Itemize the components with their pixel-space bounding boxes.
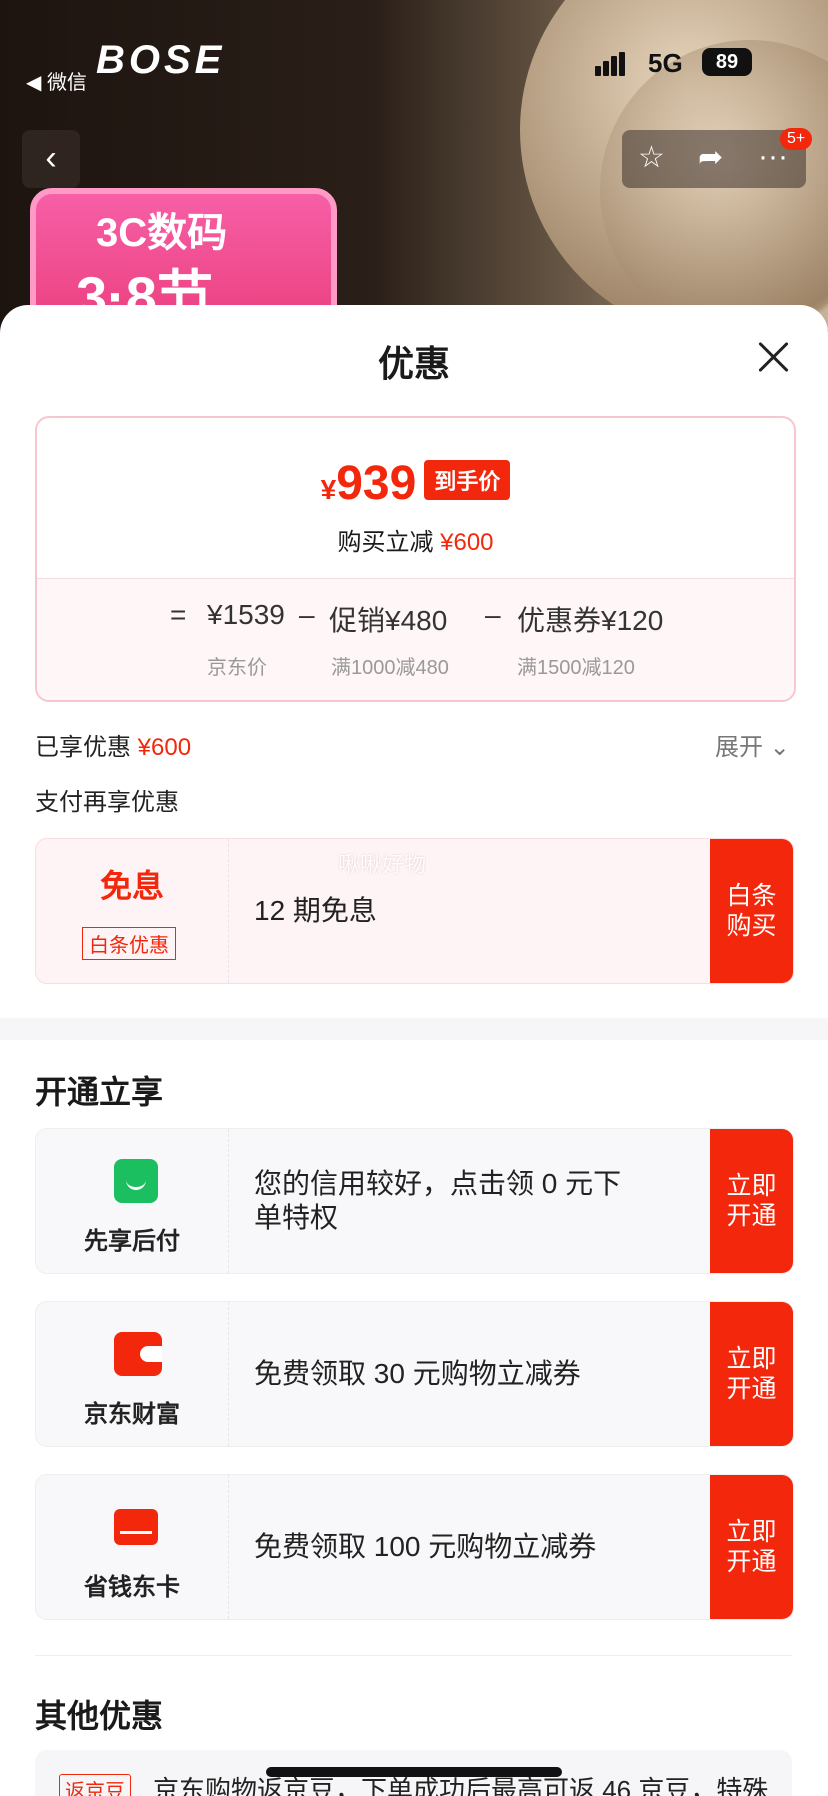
price-card: ¥939 到手价 购买立减 ¥600 = ¥1539 京东价 – 促销¥480 满… — [35, 416, 796, 702]
jd-price-label: 京东价 — [207, 657, 267, 679]
baitiao-buy-button[interactable]: 白条购买 — [710, 839, 793, 983]
message-badge: 5+ — [780, 128, 813, 150]
minus-sign: – — [299, 599, 315, 630]
home-indicator[interactable] — [266, 1767, 562, 1777]
promo-rule: 满1000减480 — [331, 657, 449, 679]
minus-sign: – — [485, 599, 501, 630]
offer-icon-area: 先享后付 — [36, 1129, 229, 1273]
pay-more-label: 支付再享优惠 — [35, 789, 179, 816]
cta-label: 立即开通 — [726, 1172, 777, 1230]
promo-amount: ¥480 — [385, 605, 448, 636]
offer-desc: 免费领取 30 元购物立减券 — [254, 1358, 581, 1389]
promo-label: 促销 — [329, 605, 386, 636]
coupon-label: 优惠券 — [517, 605, 602, 636]
price-currency: ¥ — [320, 474, 337, 505]
promo-line1: 3C数码 — [96, 211, 228, 255]
back-button[interactable]: ‹ — [22, 130, 80, 188]
offer-xianxiang[interactable]: 先享后付 您的信用较好，点击领 0 元下单特权 立即开通 — [35, 1128, 794, 1274]
open-now-button[interactable]: 立即开通 — [710, 1302, 793, 1446]
equals-sign: = — [170, 599, 187, 630]
jd-price: ¥1539 — [207, 599, 285, 630]
offer-desc: 您的信用较好，点击领 0 元下单特权 — [254, 1168, 622, 1233]
back-to-app-link[interactable]: ◀ 微信 — [26, 66, 87, 95]
reduce-amount: ¥600 — [440, 529, 494, 556]
cta-label: 立即开通 — [726, 1518, 777, 1576]
chevron-down-icon: ⌄ — [769, 734, 790, 761]
open-now-button[interactable]: 立即开通 — [710, 1475, 793, 1619]
enjoyed-amount: ¥600 — [137, 734, 192, 761]
brand-logo: BOSE — [96, 38, 226, 82]
price-breakdown: = ¥1539 京东价 – 促销¥480 满1000减480 – 优惠券¥120… — [37, 578, 794, 700]
coupon-amount: ¥120 — [601, 605, 664, 636]
interest-free-title: 免息 — [99, 868, 164, 904]
final-price-tag: 到手价 — [424, 460, 511, 500]
expand-label: 展开 — [715, 734, 763, 761]
open-section-title: 开通立享 — [35, 1074, 164, 1110]
network-label: 5G — [648, 48, 683, 78]
signal-icon — [595, 52, 625, 76]
baitiao-cta-label: 白条购买 — [726, 882, 777, 940]
offer-desc: 免费领取 100 元购物立减券 — [254, 1531, 597, 1562]
discount-sheet: 优惠 ¥939 到手价 购买立减 ¥600 = ¥1539 京东价 – 促销¥48… — [0, 305, 828, 1796]
status-bar: ◀ 微信 BOSE 5G 89 — [0, 38, 828, 94]
offer-icon-area: 京东财富 — [36, 1302, 229, 1446]
offer-name: 省钱东卡 — [84, 1574, 180, 1601]
red-card-icon — [114, 1509, 158, 1545]
offer-saving-card[interactable]: 省钱东卡 免费领取 100 元购物立减券 立即开通 — [35, 1474, 794, 1620]
red-wallet-icon — [114, 1332, 162, 1376]
open-now-button[interactable]: 立即开通 — [710, 1129, 793, 1273]
reduce-label: 购买立减 — [337, 529, 434, 556]
offer-name: 京东财富 — [84, 1401, 180, 1428]
offer-name: 先享后付 — [84, 1228, 180, 1255]
enjoyed-label: 已享优惠 — [35, 734, 131, 761]
close-icon[interactable] — [757, 341, 789, 373]
other-section-title: 其他优惠 — [35, 1698, 164, 1734]
baitiao-tag: 白条优惠 — [82, 927, 176, 960]
cta-label: 立即开通 — [726, 1345, 777, 1403]
baitiao-badge: 免息 白条优惠 — [36, 839, 229, 983]
section-separator — [0, 1018, 828, 1040]
sheet-title: 优惠 — [377, 343, 450, 384]
jingdou-tag: 返京豆 — [59, 1774, 131, 1796]
expand-toggle[interactable]: 展开 ⌄ — [715, 727, 790, 762]
share-icon[interactable]: ➦ — [698, 140, 723, 175]
green-bag-icon — [114, 1159, 158, 1203]
battery-indicator: 89 — [702, 48, 752, 76]
star-icon[interactable]: ☆ — [638, 140, 665, 175]
offer-jd-wealth[interactable]: 京东财富 免费领取 30 元购物立减券 立即开通 — [35, 1301, 794, 1447]
watermark: 啾啾好物 — [338, 852, 427, 877]
divider — [35, 1655, 792, 1656]
final-price: 939 — [336, 457, 417, 510]
coupon-rule: 满1500减120 — [517, 657, 635, 679]
offer-icon-area: 省钱东卡 — [36, 1475, 229, 1619]
chevron-left-icon: ‹ — [45, 139, 57, 177]
nav-actions: ☆ ➦ ··· — [622, 130, 806, 188]
baitiao-desc: 12 期免息 — [254, 895, 377, 926]
